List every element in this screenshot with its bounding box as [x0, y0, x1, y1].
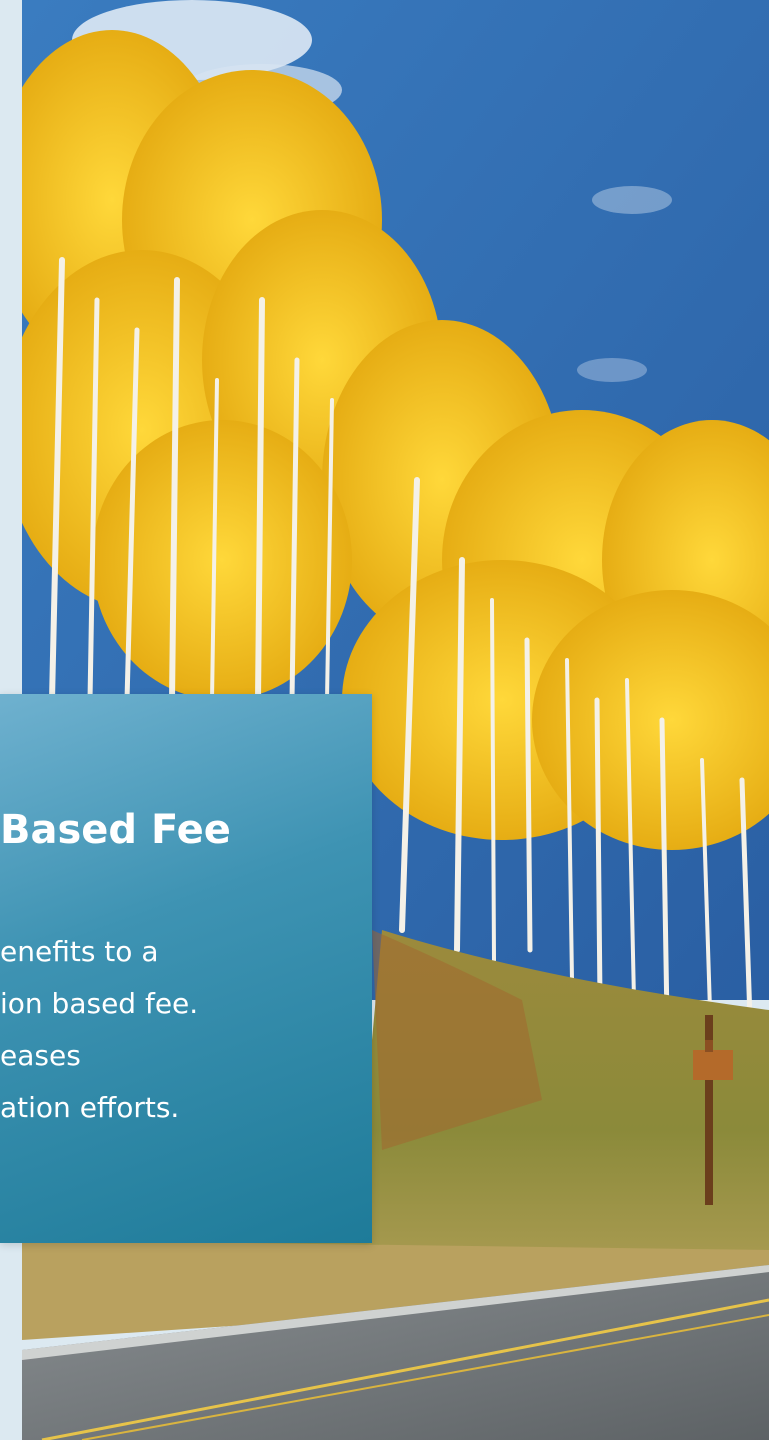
card-title: Based Fee [0, 807, 231, 853]
page: Based Fee enefits to a ion based fee. ea… [0, 0, 769, 1440]
card-body-line: ation efforts. [0, 1091, 180, 1124]
card-body-line: eases [0, 1039, 81, 1072]
card-body: enefits to a ion based fee. eases ation … [0, 926, 372, 1134]
card-body-line: enefits to a [0, 935, 159, 968]
card-body-line: ion based fee. [0, 987, 199, 1020]
